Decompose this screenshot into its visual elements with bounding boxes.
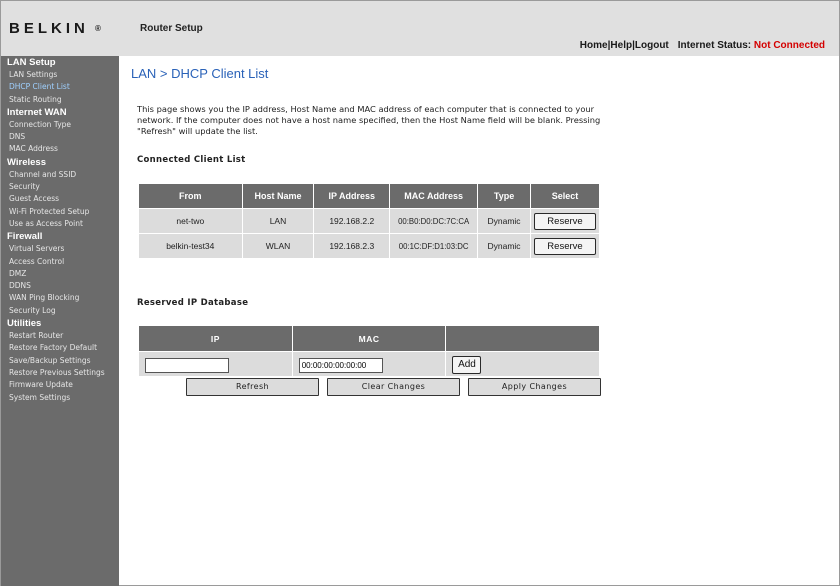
sidebar-item-system-settings[interactable]: System Settings [1,392,119,404]
table-row: belkin-test34 WLAN 192.168.2.3 00:1C:DF:… [138,233,601,259]
header-bar: BELKIN ® Router Setup Home|Help|Logout In… [1,1,839,56]
column-header-type: Type [477,183,531,209]
top-links: Home|Help|Logout Internet Status: Not Con… [579,40,825,51]
sidebar-item-guest-access[interactable]: Guest Access [1,193,119,205]
clear-changes-button[interactable]: Clear Changes [327,378,460,396]
internet-status-value: Not Connected [753,40,825,51]
client-from: belkin-test34 [138,233,243,259]
sidebar-section-firewall: Firewall [7,231,43,243]
sidebar-item-restart-router[interactable]: Restart Router [1,330,119,342]
table-row: net-two LAN 192.168.2.2 00:B0:D0:DC:7C:C… [138,208,601,234]
sidebar-item-channel-ssid[interactable]: Channel and SSID [1,169,119,181]
column-header-host-name: Host Name [241,183,315,209]
sidebar-item-mac-address[interactable]: MAC Address [1,143,119,155]
client-mac: 00:B0:D0:DC:7C:CA [389,208,479,234]
client-mac: 00:1C:DF:D1:03:DC [389,233,479,259]
client-table: From Host Name IP Address MAC Address Ty… [138,183,601,259]
sidebar-item-security-log[interactable]: Security Log [1,305,119,317]
client-ip: 192.168.2.3 [313,233,391,259]
page-title: LAN > DHCP Client List [131,66,269,81]
help-link[interactable]: Help [610,40,632,51]
sidebar-item-lan-settings[interactable]: LAN Settings [1,69,119,81]
reserve-button[interactable]: Reserve [533,212,596,230]
browser-frame: BELKIN ® Router Setup Home|Help|Logout In… [0,0,840,586]
client-table-header: From Host Name IP Address MAC Address Ty… [138,183,601,209]
refresh-button[interactable]: Refresh [186,378,319,396]
client-host-name: LAN [241,208,315,234]
add-button[interactable]: Add [452,355,482,374]
client-select: Reserve [529,208,601,234]
sidebar-nav: LAN Setup LAN Settings DHCP Client List … [1,56,119,586]
sidebar-item-restore-factory-default[interactable]: Restore Factory Default [1,342,119,354]
mac-input[interactable] [298,358,383,373]
sidebar-section-lan-setup: LAN Setup [7,57,56,68]
sidebar-item-static-routing[interactable]: Static Routing [1,94,119,106]
sidebar-item-restore-previous[interactable]: Restore Previous Settings [1,367,119,379]
home-link[interactable]: Home [580,40,608,51]
sidebar-item-virtual-servers[interactable]: Virtual Servers [1,243,119,255]
sidebar-section-utilities: Utilities [7,318,42,330]
sidebar-item-access-control[interactable]: Access Control [1,256,119,268]
sidebar-item-firmware-update[interactable]: Firmware Update [1,379,119,391]
router-setup-title: Router Setup [140,23,203,34]
ip-input[interactable] [145,358,229,373]
reserved-table-header: IP MAC [138,325,600,352]
column-header-select: Select [529,183,601,209]
registered-mark: ® [95,23,101,33]
sidebar-item-dhcp-client-list[interactable]: DHCP Client List [1,81,119,93]
client-ip: 192.168.2.2 [313,208,391,234]
mac-cell [291,351,447,377]
logo-text: BELKIN [9,20,89,37]
sidebar-item-dmz[interactable]: DMZ [1,268,119,280]
ip-cell [138,351,293,377]
sidebar-item-wan-ping-blocking[interactable]: WAN Ping Blocking [1,292,119,304]
main-content: LAN > DHCP Client List This page shows y… [119,56,839,586]
client-type: Dynamic [477,233,531,259]
client-type: Dynamic [477,208,531,234]
column-header-mac: MAC [291,325,447,352]
logout-link[interactable]: Logout [635,40,669,51]
sidebar-section-internet-wan: Internet WAN [7,106,67,118]
sidebar-item-dns[interactable]: DNS [1,131,119,143]
intro-text: This page shows you the IP address, Host… [137,104,601,136]
internet-status-label: Internet Status: [677,40,752,51]
sidebar-item-access-point[interactable]: Use as Access Point [1,218,119,230]
sidebar-item-ddns[interactable]: DDNS [1,280,119,292]
reserve-button[interactable]: Reserve [533,237,596,255]
sidebar-item-save-backup[interactable]: Save/Backup Settings [1,355,119,367]
column-header-ip-address: IP Address [313,183,391,209]
sidebar-item-wifi-protected-setup[interactable]: Wi-Fi Protected Setup [1,206,119,218]
column-header-mac-address: MAC Address [389,183,479,209]
client-from: net-two [138,208,243,234]
reserved-ip-heading: Reserved IP Database [137,298,249,308]
sidebar-item-connection-type[interactable]: Connection Type [1,119,119,131]
apply-changes-button[interactable]: Apply Changes [468,378,601,396]
reserved-ip-table: IP MAC Add [138,325,600,377]
client-select: Reserve [529,233,601,259]
add-cell: Add [445,351,600,377]
belkin-logo: BELKIN ® [9,20,103,37]
client-host-name: WLAN [241,233,315,259]
sidebar-item-security[interactable]: Security [1,181,119,193]
column-header-from: From [138,183,243,209]
sidebar-section-wireless: Wireless [7,156,46,168]
reserved-input-row: Add [138,351,600,377]
column-header-ip: IP [138,325,293,352]
connected-client-heading: Connected Client List [137,155,246,165]
column-header-blank [445,325,600,352]
